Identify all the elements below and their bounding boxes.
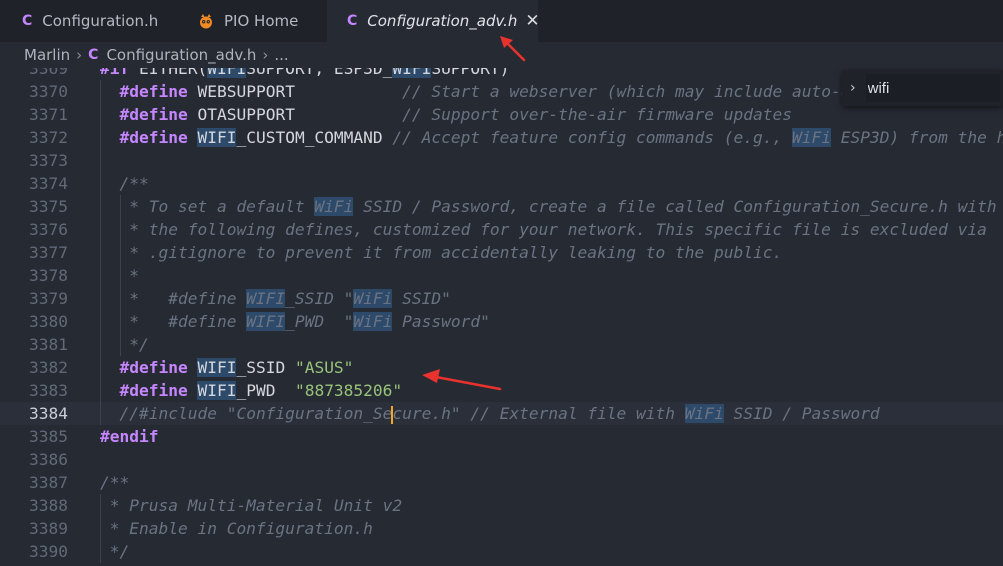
breadcrumb-more[interactable]: ... <box>274 46 288 64</box>
line-number: 3382 <box>29 358 68 377</box>
breadcrumb-root[interactable]: Marlin <box>24 46 70 64</box>
code-line[interactable]: 3371 #define OTASUPPORT // Support over-… <box>0 103 1003 126</box>
code-text: #if EITHER(WIFISUPPORT, ESP3D_WIFISUPPOR… <box>100 68 509 80</box>
code-line[interactable]: 3374 /** <box>0 172 1003 195</box>
code-text: * Enable in Configuration.h <box>100 519 373 538</box>
code-text: #endif <box>100 427 159 446</box>
text-cursor <box>391 405 394 424</box>
chevron-right-icon: › <box>76 46 83 64</box>
code-line[interactable]: 3375 * To set a default WiFi SSID / Pass… <box>0 195 1003 218</box>
breadcrumb-file[interactable]: Configuration_adv.h <box>106 46 256 64</box>
tab-pio-home[interactable]: PIO Home <box>184 0 326 42</box>
line-number: 3378 <box>29 266 68 285</box>
line-number: 3370 <box>29 82 68 101</box>
line-number: 3369 <box>29 68 68 78</box>
code-line[interactable]: 3382 #define WIFI_SSID "ASUS" <box>0 356 1003 379</box>
tab-configuration-adv-h[interactable]: C Configuration_adv.h ✕ <box>327 0 540 42</box>
chevron-right-icon: › <box>262 46 269 64</box>
code-text: * the following defines, customized for … <box>100 220 987 239</box>
code-lines: 3369 #if EITHER(WIFISUPPORT, ESP3D_WIFISU… <box>0 68 1003 566</box>
platformio-icon <box>200 14 212 29</box>
code-text: /** <box>100 174 149 193</box>
code-text: //#include "Configuration_Secure.h" // E… <box>119 404 880 424</box>
code-line[interactable]: 3384 //#include "Configuration_Secure.h"… <box>0 402 1003 425</box>
code-text: /** <box>100 473 130 492</box>
indent-guide <box>100 149 101 172</box>
tab-label: Configuration.h <box>42 12 159 30</box>
code-text: * <box>100 266 139 285</box>
line-number: 3384 <box>29 404 68 423</box>
code-line[interactable]: 3376 * the following defines, customized… <box>0 218 1003 241</box>
code-text: * To set a default WiFi SSID / Password,… <box>100 197 997 216</box>
c-file-icon: C <box>88 47 99 63</box>
tab-bar: C Configuration.h PIO Home C Configurati… <box>0 0 1003 42</box>
toggle-replace-icon[interactable]: › <box>850 80 856 96</box>
code-text: #define OTASUPPORT // Support over-the-a… <box>119 105 792 124</box>
find-input[interactable] <box>865 74 1000 102</box>
line-number: 3388 <box>29 496 68 515</box>
c-file-icon: C <box>22 13 33 29</box>
find-widget: › <box>842 70 1003 106</box>
code-text: * #define WIFI_PWD "WiFi Password" <box>100 312 490 331</box>
line-number: 3389 <box>29 519 68 538</box>
code-line[interactable]: 3378 * <box>0 264 1003 287</box>
code-editor[interactable]: 3369 #if EITHER(WIFISUPPORT, ESP3D_WIFISU… <box>0 68 1003 566</box>
c-file-icon: C <box>347 13 358 29</box>
code-line[interactable]: 3373 <box>0 149 1003 172</box>
code-line[interactable]: 3383 #define WIFI_PWD "887385206" <box>0 379 1003 402</box>
code-text: */ <box>100 542 130 561</box>
breadcrumb: Marlin › C Configuration_adv.h › ... <box>0 42 1003 68</box>
tab-label: PIO Home <box>224 12 299 30</box>
line-number: 3380 <box>29 312 68 331</box>
line-number: 3387 <box>29 473 68 492</box>
code-text: */ <box>100 335 149 354</box>
tab-label: Configuration_adv.h <box>367 12 518 30</box>
line-number: 3372 <box>29 128 68 147</box>
line-number: 3373 <box>29 151 68 170</box>
code-line[interactable]: 3385 #endif <box>0 425 1003 448</box>
code-line[interactable]: 3387 /** <box>0 471 1003 494</box>
line-number: 3377 <box>29 243 68 262</box>
code-line[interactable]: 3388 * Prusa Multi-Material Unit v2 <box>0 494 1003 517</box>
line-number: 3383 <box>29 381 68 400</box>
line-number: 3385 <box>29 427 68 446</box>
line-number: 3390 <box>29 542 68 561</box>
code-text: #define WIFI_SSID "ASUS" <box>119 358 354 377</box>
code-line[interactable]: 3372 #define WIFI_CUSTOM_COMMAND // Acce… <box>0 126 1003 149</box>
code-line[interactable]: 3390 */ <box>0 540 1003 563</box>
line-number: 3379 <box>29 289 68 308</box>
line-number: 3374 <box>29 174 68 193</box>
code-text: * .gitignore to prevent it from accident… <box>100 243 783 262</box>
code-text: #define WIFI_CUSTOM_COMMAND // Accept fe… <box>119 128 1003 147</box>
code-text: * Prusa Multi-Material Unit v2 <box>100 496 403 515</box>
line-number: 3376 <box>29 220 68 239</box>
line-number: 3371 <box>29 105 68 124</box>
code-line[interactable]: 3381 */ <box>0 333 1003 356</box>
code-line[interactable]: 3389 * Enable in Configuration.h <box>0 517 1003 540</box>
line-number: 3375 <box>29 197 68 216</box>
code-text: #define WIFI_PWD "887385206" <box>119 381 403 400</box>
code-line[interactable]: 3377 * .gitignore to prevent it from acc… <box>0 241 1003 264</box>
code-line[interactable]: 3380 * #define WIFI_PWD "WiFi Password" <box>0 310 1003 333</box>
line-number: 3386 <box>29 450 68 469</box>
code-text: * #define WIFI_SSID "WiFi SSID" <box>100 289 451 308</box>
close-tab-icon[interactable]: ✕ <box>525 11 539 31</box>
code-text: #define WEBSUPPORT // Start a webserver … <box>119 82 939 101</box>
code-line[interactable]: 3379 * #define WIFI_SSID "WiFi SSID" <box>0 287 1003 310</box>
line-number: 3381 <box>29 335 68 354</box>
tab-configuration-h[interactable]: C Configuration.h <box>0 0 183 42</box>
code-line[interactable]: 3386 <box>0 448 1003 471</box>
